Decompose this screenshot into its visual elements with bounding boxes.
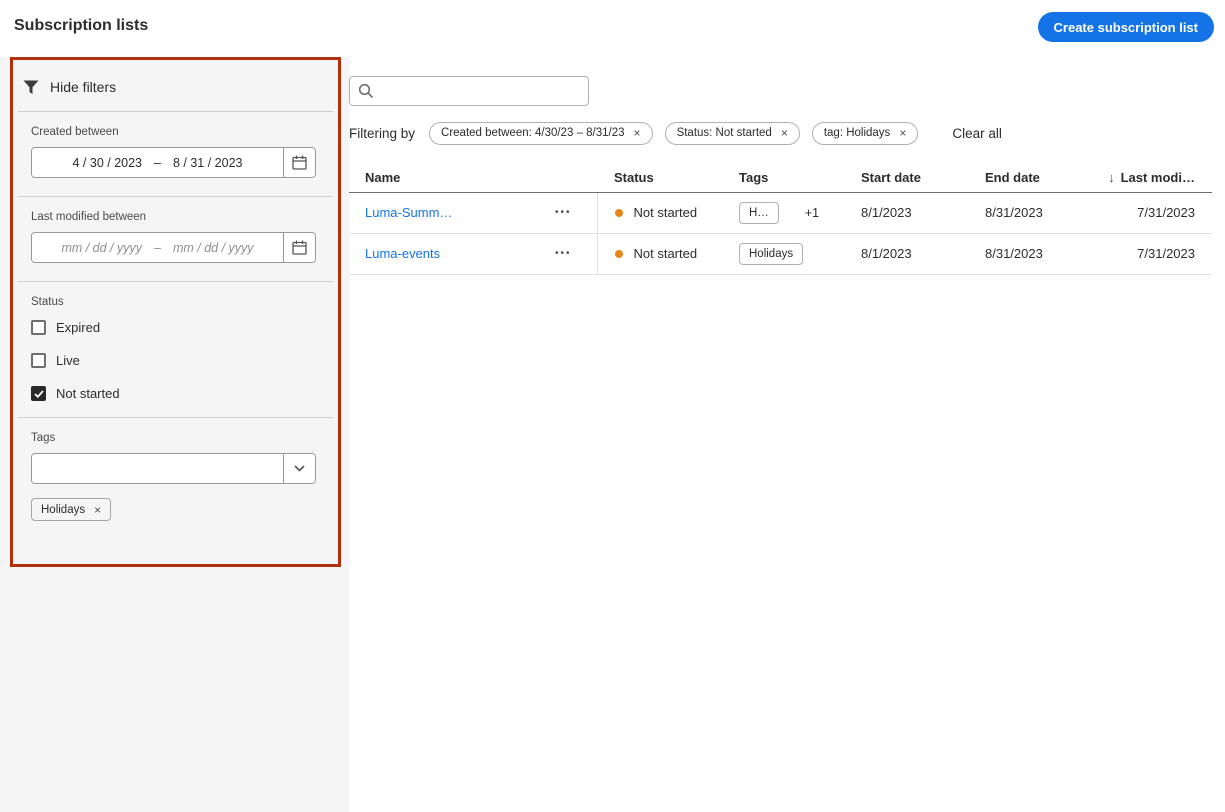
more-actions-button[interactable]: ••• <box>555 207 572 218</box>
last-modified-end-placeholder[interactable]: mm / dd / yyyy <box>173 241 254 255</box>
filter-pill-label: Created between: 4/30/23 – 8/31/23 <box>441 127 625 139</box>
checkbox-label: Not started <box>56 386 120 401</box>
close-icon[interactable]: × <box>634 127 641 139</box>
sort-descending-icon: ↓ <box>1108 170 1115 186</box>
date-range-separator: – <box>154 155 161 170</box>
status-not-started-dot <box>614 208 623 217</box>
tags-filter-section: Tags Holidays × <box>13 418 338 539</box>
column-header-status[interactable]: Status <box>597 164 733 193</box>
clear-all-button[interactable]: Clear all <box>952 126 1002 141</box>
column-header-end-date[interactable]: End date <box>973 164 1097 193</box>
checkbox-unchecked-icon[interactable] <box>31 320 46 335</box>
last-modified-date-range: mm / dd / yyyy – mm / dd / yyyy <box>31 232 316 263</box>
calendar-icon <box>292 240 307 255</box>
column-header-name[interactable]: Name <box>349 164 597 193</box>
close-icon[interactable]: × <box>899 127 906 139</box>
search-input[interactable] <box>349 76 589 106</box>
more-actions-button[interactable]: ••• <box>555 248 572 259</box>
date-range-separator: – <box>154 240 161 255</box>
filter-pill-created-between[interactable]: Created between: 4/30/23 – 8/31/23 × <box>429 121 653 145</box>
filter-pill-label: Status: Not started <box>676 127 772 139</box>
status-label: Not started <box>633 205 698 220</box>
status-option-not-started[interactable]: Not started <box>31 386 320 401</box>
page-title: Subscription lists <box>14 17 149 34</box>
hide-filters-button[interactable]: Hide filters <box>13 60 338 111</box>
last-modified-cell: 7/31/2023 <box>1097 233 1212 275</box>
checkbox-unchecked-icon[interactable] <box>31 353 46 368</box>
created-between-label: Created between <box>31 126 119 138</box>
status-filter-section: Status Expired Live Not started <box>13 282 338 417</box>
checkbox-checked-icon[interactable] <box>31 386 46 401</box>
create-subscription-list-button[interactable]: Create subscription list <box>1037 12 1214 42</box>
tag-chip-label: Holidays <box>41 503 86 516</box>
created-between-calendar-button[interactable] <box>283 148 315 177</box>
created-between-values[interactable]: 4 / 30 / 2023 – 8 / 31 / 2023 <box>32 148 283 177</box>
row-tag-chip-label: H… <box>749 206 769 219</box>
tag-chip-holidays[interactable]: Holidays × <box>31 498 112 521</box>
status-option-expired[interactable]: Expired <box>31 320 320 335</box>
filter-pill-label: tag: Holidays <box>823 127 891 139</box>
checkbox-label: Live <box>56 353 80 368</box>
start-date-cell: 8/1/2023 <box>849 192 973 234</box>
end-date-cell: 8/31/2023 <box>973 192 1097 234</box>
checkbox-label: Expired <box>56 320 101 335</box>
column-header-last-modified[interactable]: ↓ Last modi… <box>1097 164 1212 193</box>
row-name-link[interactable]: Luma-events <box>365 246 440 261</box>
table-row: Luma-events ••• Not started Holidays 8/1… <box>349 233 1212 275</box>
tags-dropdown-button[interactable] <box>283 454 315 483</box>
status-label: Not started <box>633 246 698 261</box>
close-icon[interactable]: × <box>94 504 101 516</box>
active-filters-row: Filtering by Created between: 4/30/23 – … <box>349 121 1225 145</box>
hide-filters-label: Hide filters <box>50 79 117 95</box>
last-modified-start-placeholder[interactable]: mm / dd / yyyy <box>61 241 142 255</box>
row-name-link[interactable]: Luma-Summ… <box>365 205 452 220</box>
status-not-started-dot <box>614 249 623 258</box>
last-modified-between-section: Last modified between mm / dd / yyyy – m… <box>13 197 338 281</box>
created-start-value[interactable]: 4 / 30 / 2023 <box>73 156 143 170</box>
status-option-live[interactable]: Live <box>31 353 320 368</box>
created-between-section: Created between 4 / 30 / 2023 – 8 / 31 /… <box>13 112 338 196</box>
column-header-tags[interactable]: Tags <box>733 164 849 193</box>
last-modified-between-label: Last modified between <box>31 211 147 223</box>
created-between-date-range: 4 / 30 / 2023 – 8 / 31 / 2023 <box>31 147 316 178</box>
subscription-lists-table: Name Status Tags Start date End date ↓ L… <box>349 164 1212 275</box>
filters-highlight-box: Hide filters Created between 4 / 30 / 20… <box>10 57 341 567</box>
last-modified-values[interactable]: mm / dd / yyyy – mm / dd / yyyy <box>32 233 283 262</box>
tags-filter-label: Tags <box>31 432 56 444</box>
main-content: Filtering by Created between: 4/30/23 – … <box>349 57 1225 812</box>
calendar-icon <box>292 155 307 170</box>
chevron-down-icon <box>294 465 305 472</box>
column-header-last-modified-label: Last modi… <box>1120 170 1195 186</box>
end-date-cell: 8/31/2023 <box>973 233 1097 275</box>
search-icon <box>358 83 374 99</box>
tags-overflow-badge[interactable]: +1 <box>805 206 819 220</box>
table-header-row: Name Status Tags Start date End date ↓ L… <box>349 164 1212 193</box>
created-end-value[interactable]: 8 / 31 / 2023 <box>173 156 243 170</box>
row-tag-chip[interactable]: Holidays <box>739 242 804 265</box>
last-modified-calendar-button[interactable] <box>283 233 315 262</box>
close-icon[interactable]: × <box>781 127 788 139</box>
filter-pill-status[interactable]: Status: Not started × <box>664 121 800 145</box>
search-box <box>349 76 589 106</box>
filter-pill-tag[interactable]: tag: Holidays × <box>811 121 919 145</box>
row-tag-chip[interactable]: H… <box>739 201 779 224</box>
filter-funnel-icon <box>23 80 39 95</box>
row-tag-chip-label: Holidays <box>749 247 794 260</box>
filters-sidebar: Hide filters Created between 4 / 30 / 20… <box>0 57 349 812</box>
page-header: Subscription lists Create subscription l… <box>0 0 1225 57</box>
status-filter-label: Status <box>31 296 64 308</box>
subscription-lists-page: Subscription lists Create subscription l… <box>0 0 1225 812</box>
tags-input[interactable] <box>32 454 283 483</box>
last-modified-cell: 7/31/2023 <box>1097 192 1212 234</box>
column-header-start-date[interactable]: Start date <box>849 164 973 193</box>
filtering-by-label: Filtering by <box>349 125 416 141</box>
table-row: Luma-Summ… ••• Not started H… +1 8/1/202… <box>349 192 1212 234</box>
start-date-cell: 8/1/2023 <box>849 233 973 275</box>
tags-combobox <box>31 453 316 484</box>
